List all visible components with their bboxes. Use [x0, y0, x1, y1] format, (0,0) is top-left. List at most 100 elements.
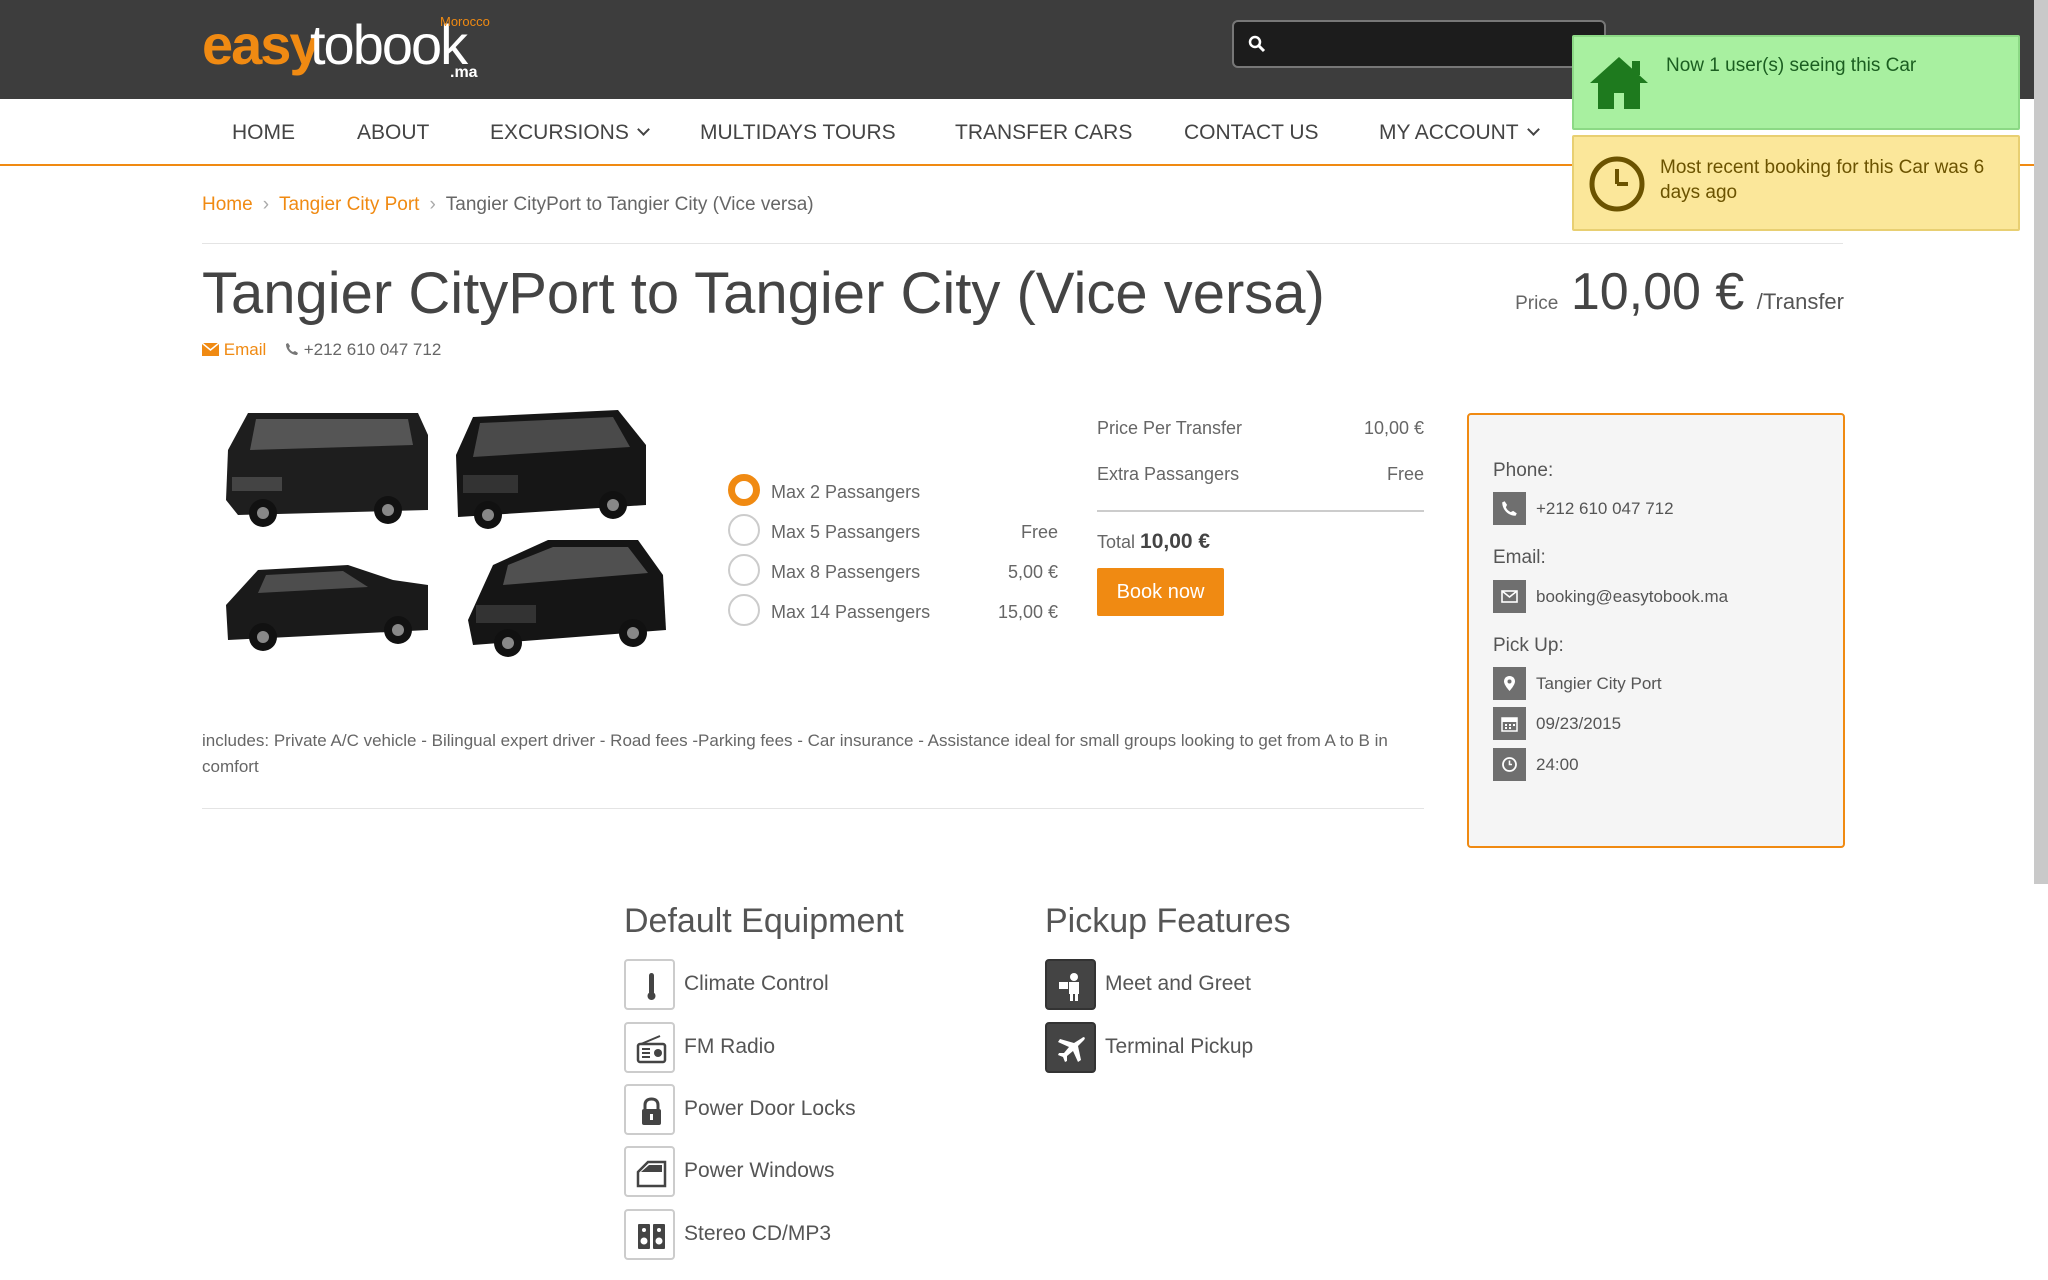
contact-line: Email +212 610 047 712: [201, 340, 441, 360]
recent-booking-notification: Most recent booking for this Car was 6 d…: [1572, 135, 2020, 231]
envelope-icon: [201, 342, 220, 356]
passenger-option[interactable]: Max 14 Passengers 15,00 €: [728, 594, 1058, 634]
page-title: Tangier CityPort to Tangier City (Vice v…: [202, 261, 1325, 326]
breadcrumb-city-port[interactable]: Tangier City Port: [279, 194, 419, 215]
nav-contact-us[interactable]: CONTACT US: [1184, 121, 1319, 145]
recent-booking-text: Most recent booking for this Car was 6 d…: [1660, 157, 1985, 203]
phone-icon: [285, 343, 298, 355]
equipment-label: Power Door Locks: [684, 1097, 856, 1120]
nav-home[interactable]: HOME: [232, 121, 295, 145]
sedan-image: [226, 565, 428, 651]
per-transfer-value: 10,00 €: [1363, 418, 1424, 438]
email-label: Email: [223, 340, 267, 359]
radio-button[interactable]: [728, 594, 760, 626]
passenger-option-price: 15,00 €: [997, 602, 1058, 622]
breadcrumb-home[interactable]: Home: [202, 194, 253, 215]
total-value: 10,00 €: [1140, 530, 1211, 553]
price-summary: Price Per Transfer 10,00 € Extra Passang…: [1097, 418, 1424, 570]
envelope-icon: [1493, 580, 1526, 613]
minibus-image: [226, 413, 428, 527]
radio-icon: [624, 1022, 675, 1073]
contact-sidebar: Phone: +212 610 047 712 Email: booking@e…: [1467, 413, 1845, 848]
breadcrumb-current: Tangier CityPort to Tangier City (Vice v…: [445, 194, 814, 215]
divider: [202, 808, 1424, 809]
chevron-down-icon: [1526, 123, 1540, 136]
passenger-option[interactable]: Max 2 Passangers: [728, 474, 1058, 514]
email-link[interactable]: Email: [201, 340, 271, 359]
pickup-date: 09/23/2015: [1536, 714, 1622, 733]
radio-selected[interactable]: [728, 474, 760, 506]
speakers-icon: [624, 1209, 675, 1260]
search-input[interactable]: [1232, 20, 1606, 68]
total-label: Total: [1097, 532, 1136, 552]
calendar-icon: [1493, 707, 1526, 740]
search-icon: [1248, 35, 1266, 53]
chevron-down-icon: [636, 123, 650, 136]
sidebar-phone-number: +212 610 047 712: [1536, 499, 1674, 518]
breadcrumb-separator: ›: [429, 194, 436, 215]
pickup-heading: Pick Up:: [1493, 635, 1564, 656]
equipment-label: Power Windows: [684, 1159, 835, 1182]
logo-tld: .ma: [450, 64, 478, 81]
logo-country: Morocco: [440, 14, 490, 29]
page-scrollbar[interactable]: [2034, 0, 2048, 884]
home-icon: [1590, 57, 1648, 109]
phone-text: +212 610 047 712: [285, 340, 441, 359]
nav-my-account-label: MY ACCOUNT: [1379, 121, 1519, 144]
summary-total-row: Total 10,00 €: [1097, 510, 1424, 570]
sidebar-email-address[interactable]: booking@easytobook.ma: [1536, 587, 1728, 607]
nav-transfer-cars[interactable]: TRANSFER CARS: [955, 121, 1132, 145]
radio-button[interactable]: [728, 514, 760, 546]
pickup-features: Pickup Features Meet and Greet Terminal …: [1045, 902, 1365, 1073]
passenger-option[interactable]: Max 8 Passengers 5,00 €: [728, 554, 1058, 594]
price-value: 10,00 €: [1570, 263, 1745, 321]
passenger-option-label: Max 5 Passangers: [771, 522, 921, 542]
passenger-option[interactable]: Max 5 Passangers Free: [728, 514, 1058, 554]
pickup-time: 24:00: [1536, 755, 1579, 774]
passenger-options: Max 2 Passangers Max 5 Passangers Free M…: [728, 474, 1058, 634]
nav-about[interactable]: ABOUT: [357, 121, 429, 145]
nav-excursions[interactable]: EXCURSIONS: [490, 121, 650, 145]
map-marker-icon: [1493, 667, 1526, 700]
nav-my-account[interactable]: MY ACCOUNT: [1379, 121, 1540, 145]
pickup-feature-label: Meet and Greet: [1105, 972, 1251, 995]
includes-text: includes: Private A/C vehicle - Bilingua…: [202, 731, 1388, 776]
price-label: Price: [1515, 293, 1559, 314]
equipment-heading: Default Equipment: [624, 902, 904, 940]
nav-multidays-tours[interactable]: MULTIDAYS TOURS: [700, 121, 896, 145]
passenger-option-price: Free: [1020, 522, 1058, 542]
clock-icon: [1493, 748, 1526, 781]
passenger-option-label: Max 8 Passengers: [771, 562, 921, 582]
meet-and-greet-icon: [1045, 959, 1096, 1010]
suv-image: [468, 540, 666, 657]
breadcrumb-separator: ›: [262, 194, 270, 215]
email-heading: Email:: [1493, 547, 1546, 568]
vehicles-image: [226, 410, 666, 657]
passenger-option-label: Max 14 Passengers: [771, 602, 931, 622]
pickup-location: Tangier City Port: [1536, 674, 1662, 693]
summary-row: Price Per Transfer 10,00 €: [1097, 418, 1424, 464]
per-transfer-label: Price Per Transfer: [1097, 418, 1243, 438]
viewers-text: Now 1 user(s) seeing this Car: [1666, 55, 1917, 76]
price-header: Price 10,00 € /Transfer: [1515, 262, 1844, 322]
logo-part-easy: easy: [202, 13, 321, 76]
site-logo[interactable]: easy tobook Morocco .ma: [202, 12, 492, 82]
extra-passengers-label: Extra Passangers: [1097, 464, 1240, 484]
price-unit: /Transfer: [1756, 289, 1844, 314]
equipment-label: Climate Control: [684, 972, 829, 995]
car-door-icon: [624, 1146, 675, 1197]
lock-icon: [624, 1084, 675, 1135]
phone-heading: Phone:: [1493, 460, 1554, 481]
summary-row: Extra Passangers Free: [1097, 464, 1424, 510]
radio-button[interactable]: [728, 554, 760, 586]
passenger-option-price: 5,00 €: [1007, 562, 1058, 582]
phone-icon: [1493, 492, 1526, 525]
extra-passengers-value: Free: [1386, 464, 1424, 484]
equipment-label: FM Radio: [684, 1035, 776, 1058]
book-now-button[interactable]: Book now: [1097, 568, 1224, 616]
viewers-notification: Now 1 user(s) seeing this Car: [1572, 35, 2020, 130]
pickup-feature-label: Terminal Pickup: [1105, 1035, 1254, 1058]
nav-excursions-label: EXCURSIONS: [490, 121, 629, 144]
clock-icon: [1589, 156, 1645, 212]
divider: [202, 243, 1843, 244]
